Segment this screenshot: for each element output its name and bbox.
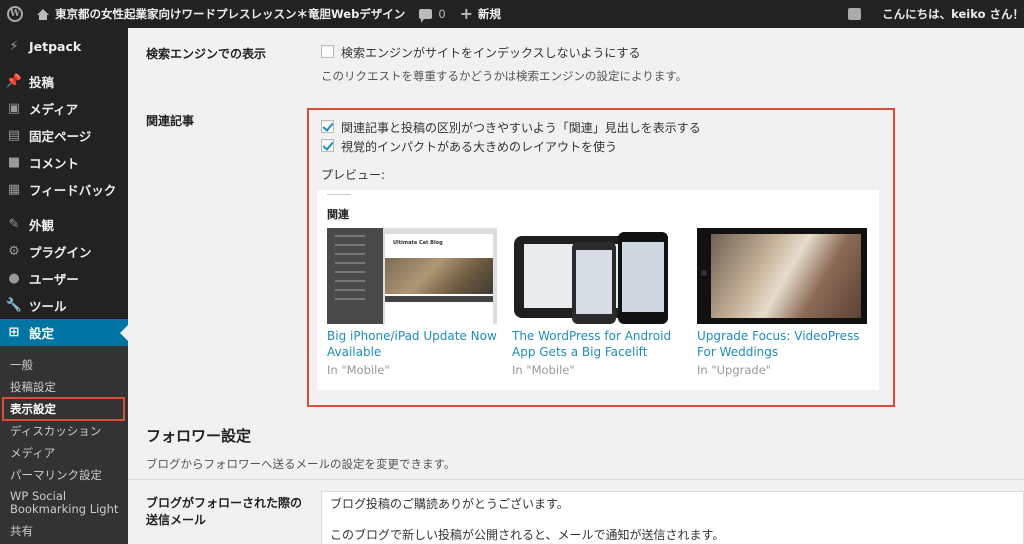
search-engine-option: 検索エンジンがサイトをインデックスしないようにする xyxy=(341,46,641,60)
comment-icon: ■ xyxy=(7,155,21,170)
menu-label: 外観 xyxy=(29,218,55,233)
media-icon: ▣ xyxy=(7,101,21,116)
submenu-general[interactable]: 一般 xyxy=(0,354,128,376)
search-engine-description: このリクエストを尊重するかどうかは検索エンジンの設定によります。 xyxy=(321,69,688,83)
section-divider xyxy=(128,479,1024,480)
menu-label: プラグイン xyxy=(29,245,92,260)
new-content-menu[interactable]: + 新規 xyxy=(453,0,508,28)
post-thumbnail xyxy=(697,228,867,324)
comments-link[interactable]: 0 xyxy=(412,0,452,28)
submenu-sharing[interactable]: 共有 xyxy=(0,520,128,542)
menu-label: コメント xyxy=(29,156,80,171)
settings-icon: ⊞ xyxy=(8,325,20,340)
post-thumbnail xyxy=(512,228,682,324)
related-posts-label: 関連記事 xyxy=(146,114,195,128)
menu-label: 設定 xyxy=(29,326,55,341)
related-heading-checkbox[interactable] xyxy=(321,120,334,133)
menu-label: ツール xyxy=(29,299,67,314)
comments-count: 0 xyxy=(438,7,446,21)
related-post-title[interactable]: The WordPress for Android App Gets a Big… xyxy=(512,328,682,360)
menu-tools[interactable]: 🔧 ツール xyxy=(0,292,128,319)
menu-appearance[interactable]: ✎ 外観 xyxy=(0,211,128,238)
settings-submenu: 一般 投稿設定 表示設定 ディスカッション メディア パーマリンク設定 WP S… xyxy=(0,346,128,544)
admin-sidebar: ⚡ Jetpack 📌 投稿 ▣ メディア ▤ 固定ページ ■ コメント ▦ フ… xyxy=(0,28,128,544)
search-engine-label: 検索エンジンでの表示 xyxy=(146,47,267,61)
related-post-card[interactable]: Upgrade Focus: VideoPress For Weddings I… xyxy=(697,228,867,377)
submenu-writing[interactable]: 投稿設定 xyxy=(0,376,128,398)
wrench-icon: 🔧 xyxy=(5,298,23,313)
submenu-permalinks[interactable]: パーマリンク設定 xyxy=(0,464,128,486)
preview-heading: 関連 xyxy=(327,208,349,221)
menu-label: フィードバック xyxy=(29,183,117,198)
menu-label: ユーザー xyxy=(29,272,79,287)
related-post-title[interactable]: Upgrade Focus: VideoPress For Weddings xyxy=(697,328,867,360)
admin-bar: W 東京都の女性起業家向けワードプレスレッスン＊竜胆Webデザイン 0 + 新規… xyxy=(0,0,1024,28)
site-name-link[interactable]: 東京都の女性起業家向けワードプレスレッスン＊竜胆Webデザイン xyxy=(30,0,412,28)
related-post-title[interactable]: Big iPhone/iPad Update Now Available xyxy=(327,328,497,360)
related-post-card[interactable]: Ultimate Cat Blog Big iPhone/iPad Update… xyxy=(327,228,497,377)
menu-users[interactable]: ● ユーザー xyxy=(0,265,128,292)
menu-pages[interactable]: ▤ 固定ページ xyxy=(0,122,128,149)
related-large-layout-checkbox[interactable] xyxy=(321,139,334,152)
submenu-media[interactable]: メディア xyxy=(0,442,128,464)
menu-comments[interactable]: ■ コメント xyxy=(0,149,128,176)
followers-heading: フォロワー設定 xyxy=(146,427,252,445)
related-heading-option: 関連記事と投稿の区別がつきやすいよう「関連」見出しを表示する xyxy=(341,121,701,135)
user-icon: ● xyxy=(8,271,20,286)
home-icon xyxy=(37,8,49,20)
menu-label: メディア xyxy=(29,102,79,117)
menu-label: 固定ページ xyxy=(29,129,92,144)
menu-label: Jetpack xyxy=(29,39,82,54)
reading-settings-highlight xyxy=(2,397,125,421)
jetpack-icon: ⚡ xyxy=(9,39,19,54)
settings-content: 検索エンジンでの表示 検索エンジンがサイトをインデックスしないようにする このリ… xyxy=(128,28,1024,544)
follow-mail-textarea[interactable]: ブログ投稿のご購読ありがとうございます。 このブログで新しい投稿が公開されると、… xyxy=(321,491,1024,544)
preview-label: プレビュー: xyxy=(321,168,386,182)
related-post-category: In "Upgrade" xyxy=(697,363,772,377)
my-account-menu[interactable]: こんにちは、keiko さん！ xyxy=(875,0,1024,28)
search-engine-checkbox[interactable] xyxy=(321,45,334,58)
pin-icon: 📌 xyxy=(5,74,23,89)
plus-icon: + xyxy=(459,4,474,23)
page-icon: ▤ xyxy=(7,128,21,143)
menu-plugins[interactable]: ⚙ プラグイン xyxy=(0,238,128,265)
thumbnail-blog-title: Ultimate Cat Blog xyxy=(393,240,443,246)
notification-icon[interactable] xyxy=(848,8,862,20)
feedback-icon: ▦ xyxy=(7,182,21,197)
site-title: 東京都の女性起業家向けワードプレスレッスン＊竜胆Webデザイン xyxy=(55,7,406,21)
menu-jetpack[interactable]: ⚡ Jetpack xyxy=(0,33,128,60)
related-posts-preview: 関連 Ultimate Cat Blog Big iPhone/iPad Upd… xyxy=(317,190,879,390)
menu-settings[interactable]: ⊞ 設定 xyxy=(0,319,128,346)
menu-media[interactable]: ▣ メディア xyxy=(0,95,128,122)
greeting-text: こんにちは、keiko さん！ xyxy=(882,7,1024,21)
followers-description: ブログからフォロワーへ送るメールの設定を変更できます。 xyxy=(146,457,456,471)
menu-posts[interactable]: 📌 投稿 xyxy=(0,68,128,95)
related-large-layout-option: 視覚的インパクトがある大きめのレイアウトを使う xyxy=(341,140,618,154)
submenu-discussion[interactable]: ディスカッション xyxy=(0,420,128,442)
brush-icon: ✎ xyxy=(8,217,20,232)
menu-label: 投稿 xyxy=(29,75,55,90)
plugin-icon: ⚙ xyxy=(8,244,20,259)
menu-feedback[interactable]: ▦ フィードバック xyxy=(0,176,128,203)
related-post-category: In "Mobile" xyxy=(512,363,575,377)
related-post-category: In "Mobile" xyxy=(327,363,390,377)
post-thumbnail: Ultimate Cat Blog xyxy=(327,228,497,324)
follow-mail-label: ブログがフォローされた際の送信メール xyxy=(146,496,303,527)
new-label: 新規 xyxy=(478,7,502,21)
submenu-wp-social-bookmarking[interactable]: WP Social Bookmarking Light xyxy=(0,486,128,520)
wordpress-logo-button[interactable]: W xyxy=(0,0,30,28)
mail-line: ブログ投稿のご購読ありがとうございます。 xyxy=(330,497,569,511)
comment-bubble-icon xyxy=(419,9,433,23)
mail-line: このブログで新しい投稿が公開されると、メールで通知が送信されます。 xyxy=(330,528,725,542)
wordpress-icon: W xyxy=(7,6,23,22)
preview-divider xyxy=(327,194,351,195)
related-post-card[interactable]: The WordPress for Android App Gets a Big… xyxy=(512,228,682,377)
